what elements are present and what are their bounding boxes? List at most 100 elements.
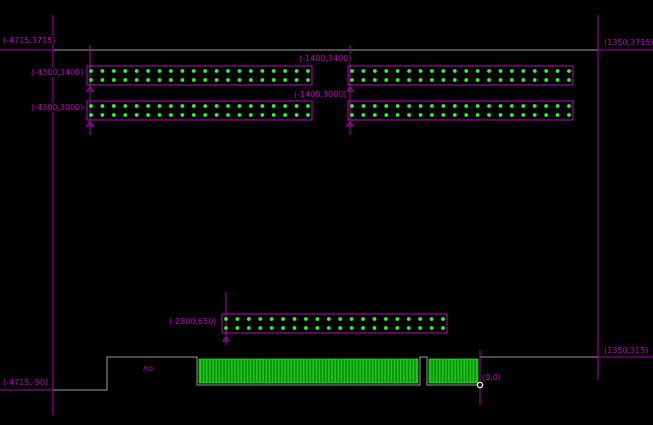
pin <box>372 78 377 82</box>
edge-finger <box>249 359 252 383</box>
pin <box>169 69 173 73</box>
edge-finger <box>460 359 462 383</box>
pin <box>248 113 253 117</box>
pin <box>384 78 389 82</box>
edge-finger <box>321 359 324 383</box>
header-3 <box>221 313 448 334</box>
pin <box>418 317 423 321</box>
pin <box>395 113 400 117</box>
edge-finger <box>343 359 346 383</box>
edge-finger <box>324 359 327 383</box>
edge-finger <box>472 359 475 383</box>
pin <box>146 104 151 108</box>
pcb-outline-canvas <box>0 15 653 415</box>
pin <box>509 69 514 73</box>
edge-finger <box>432 359 435 383</box>
pin <box>361 317 365 321</box>
pin <box>372 113 377 117</box>
edge-finger <box>359 359 361 383</box>
edge-finger <box>262 359 264 383</box>
pin <box>350 69 354 73</box>
edge-finger <box>409 359 411 383</box>
pin <box>464 69 469 73</box>
pin <box>361 326 365 330</box>
pin <box>555 69 560 73</box>
pin <box>292 326 297 330</box>
pin <box>475 78 480 82</box>
pin <box>430 78 434 82</box>
edge-finger <box>227 359 230 383</box>
edge-finger <box>469 359 472 383</box>
pin <box>123 113 128 117</box>
pin <box>498 69 503 73</box>
pin <box>338 317 343 321</box>
edge-finger <box>435 359 438 383</box>
edge-finger <box>234 359 236 383</box>
edge-finger <box>349 359 352 383</box>
edge-finger <box>438 359 441 383</box>
pin <box>532 78 537 82</box>
pin <box>191 78 196 82</box>
edge-finger <box>384 359 386 383</box>
pin <box>441 113 446 117</box>
header-1-right-outline <box>347 65 574 86</box>
edge-finger <box>412 359 415 383</box>
edge-finger <box>306 359 308 383</box>
pin <box>509 78 514 82</box>
pin <box>372 104 377 108</box>
pin <box>283 113 288 117</box>
pin <box>146 78 151 82</box>
pin <box>452 78 457 82</box>
edge-finger <box>265 359 268 383</box>
pin <box>441 69 446 73</box>
pin <box>475 104 480 108</box>
edge-finger <box>293 359 296 383</box>
edge-finger <box>206 359 208 383</box>
pin <box>260 69 265 73</box>
edge-finger <box>287 359 289 383</box>
pin <box>100 113 105 117</box>
edge-finger <box>215 359 217 383</box>
pin <box>384 69 389 73</box>
header-3-outline <box>221 313 448 334</box>
pin <box>315 317 320 321</box>
pin <box>191 69 196 73</box>
label-header1-left: (-4300,3400) <box>30 68 85 77</box>
pin <box>475 113 480 117</box>
pin <box>306 113 310 117</box>
pin <box>283 78 288 82</box>
pin <box>350 78 354 82</box>
pin <box>169 104 173 108</box>
edge-finger <box>318 359 321 383</box>
edge-finger <box>466 359 469 383</box>
pin <box>89 78 93 82</box>
pin <box>271 69 276 73</box>
pin <box>383 326 388 330</box>
pin <box>134 78 139 82</box>
pin <box>487 78 491 82</box>
pin <box>349 317 354 321</box>
header-2-right-outline <box>347 100 574 121</box>
label-bottom-right: (1350,315) <box>603 346 650 355</box>
pin <box>407 104 412 108</box>
pin <box>258 317 263 321</box>
pin <box>395 326 400 330</box>
pin <box>350 113 354 117</box>
pin <box>89 113 93 117</box>
header-2-left-outline <box>86 100 313 121</box>
edge-finger <box>406 359 408 383</box>
pin <box>157 104 162 108</box>
edge-finger <box>284 359 286 383</box>
dimension-markers <box>0 15 653 415</box>
pin <box>487 113 491 117</box>
pin <box>260 113 265 117</box>
edge-finger <box>237 359 239 383</box>
pin <box>271 78 276 82</box>
pin <box>226 69 230 73</box>
pin <box>191 113 196 117</box>
pin <box>441 326 445 330</box>
pin <box>475 69 480 73</box>
pin <box>384 113 389 117</box>
pin <box>306 78 310 82</box>
pin <box>429 326 434 330</box>
